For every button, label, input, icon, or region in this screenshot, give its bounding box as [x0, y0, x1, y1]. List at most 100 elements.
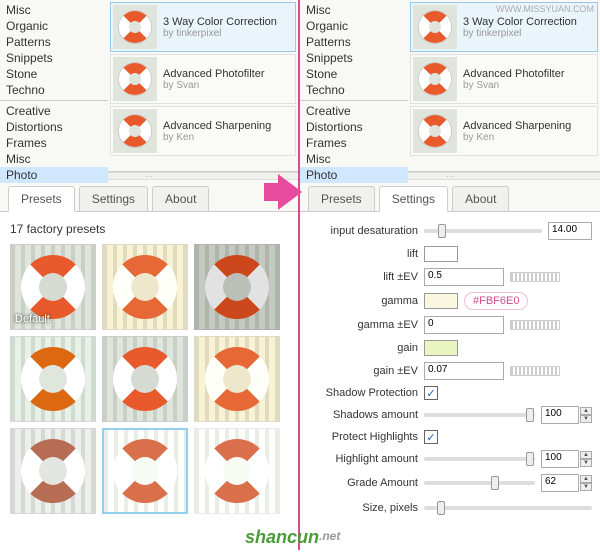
filter-author: by tinkerpixel [463, 28, 577, 39]
label-lift-ev: lift ±EV [308, 271, 418, 283]
checkbox-protect-highlights[interactable]: ✓ [424, 430, 438, 444]
value-highlight-amount[interactable]: 100 [541, 450, 579, 468]
label-grade-amount: Grade Amount [308, 477, 418, 489]
tab-presets[interactable]: Presets [8, 186, 75, 212]
filter-title: 3 Way Color Correction [163, 16, 277, 28]
label-gain-ev: gain ±EV [308, 365, 418, 377]
preset-cell[interactable] [102, 244, 188, 330]
filter-title: Advanced Photofilter [463, 68, 565, 80]
sidebar-item-stone[interactable]: Stone [300, 66, 408, 82]
sidebar-item-techno[interactable]: Techno [0, 82, 108, 98]
stepper-gain-ev[interactable] [510, 366, 560, 376]
sidebar-item-photo[interactable]: Photo [300, 167, 408, 183]
value-gamma-ev[interactable]: 0 [424, 316, 504, 334]
stepper-gamma-ev[interactable] [510, 320, 560, 330]
label-gain: gain [308, 342, 418, 354]
value-input-desaturation[interactable]: 14.00 [548, 222, 592, 240]
filter-thumb [413, 109, 457, 153]
sidebar-item-frames[interactable]: Frames [0, 135, 108, 151]
swatch-lift[interactable] [424, 246, 458, 262]
filter-row[interactable]: Advanced Photofilter by Svan [410, 54, 598, 104]
spinner-grade[interactable]: ▲▼ [580, 475, 592, 491]
sidebar-item-misc[interactable]: Misc [0, 2, 108, 18]
filter-thumb [113, 109, 157, 153]
sidebar-item-distortions[interactable]: Distortions [0, 119, 108, 135]
tab-presets[interactable]: Presets [308, 186, 375, 211]
filter-list: 3 Way Color Correction by tinkerpixel Ad… [108, 0, 298, 171]
spinner-highlight[interactable]: ▲▼ [580, 451, 592, 467]
tab-settings[interactable]: Settings [79, 186, 148, 211]
slider-shadows-amount[interactable] [424, 413, 535, 417]
filter-thumb [413, 5, 457, 49]
filter-thumb [413, 57, 457, 101]
sidebar-item-distortions[interactable]: Distortions [300, 119, 408, 135]
value-shadows-amount[interactable]: 100 [541, 406, 579, 424]
spinner-shadows[interactable]: ▲▼ [580, 407, 592, 423]
sidebar-item-organic[interactable]: Organic [300, 18, 408, 34]
filter-title: Advanced Sharpening [463, 120, 571, 132]
slider-size-pixels[interactable] [424, 506, 592, 510]
sidebar-item-techno[interactable]: Techno [300, 82, 408, 98]
label-shadows-amount: Shadows amount [308, 409, 418, 421]
preset-label: Default [15, 313, 50, 325]
sidebar-item-misc2[interactable]: Misc [0, 151, 108, 167]
sidebar-item-creative[interactable]: Creative [0, 103, 108, 119]
preset-cell[interactable] [194, 336, 280, 422]
preset-grid: Default [10, 244, 288, 514]
tab-settings[interactable]: Settings [379, 186, 448, 212]
filter-title: Advanced Photofilter [163, 68, 265, 80]
filter-title: Advanced Sharpening [163, 120, 271, 132]
checkbox-shadow-protection[interactable]: ✓ [424, 386, 438, 400]
filter-row[interactable]: Advanced Photofilter by Svan [110, 54, 296, 104]
slider-input-desaturation[interactable] [424, 229, 542, 233]
slider-highlight-amount[interactable] [424, 457, 535, 461]
value-gain-ev[interactable]: 0.07 [424, 362, 504, 380]
filter-list: 3 Way Color Correction by tinkerpixel Ad… [408, 0, 600, 171]
filter-author: by tinkerpixel [163, 28, 277, 39]
watermark-url: WWW.MISSYUAN.COM [496, 4, 594, 14]
sidebar-item-frames[interactable]: Frames [300, 135, 408, 151]
filter-thumb [113, 5, 157, 49]
gamma-color-hint: #FBF6E0 [464, 292, 528, 310]
sidebar-item-patterns[interactable]: Patterns [0, 34, 108, 50]
filter-thumb [113, 57, 157, 101]
sidebar-item-misc[interactable]: Misc [300, 2, 408, 18]
label-protect-highlights: Protect Highlights [308, 431, 418, 443]
sidebar-item-creative[interactable]: Creative [300, 103, 408, 119]
preset-cell[interactable] [102, 336, 188, 422]
label-size-pixels: Size, pixels [308, 502, 418, 514]
preset-cell[interactable] [102, 428, 188, 514]
sidebar-item-photo[interactable]: Photo [0, 167, 108, 183]
preset-cell[interactable] [10, 336, 96, 422]
filter-author: by Ken [163, 132, 271, 143]
filter-row[interactable]: 3 Way Color Correction by tinkerpixel [110, 2, 296, 52]
filter-title: 3 Way Color Correction [463, 16, 577, 28]
presets-count: 17 factory presets [10, 222, 288, 236]
sidebar-divider [0, 100, 108, 101]
tab-about[interactable]: About [152, 186, 209, 211]
tab-bar: Presets Settings About [0, 180, 298, 212]
slider-grade-amount[interactable] [424, 481, 535, 485]
tab-about[interactable]: About [452, 186, 509, 211]
filter-row[interactable]: Advanced Sharpening by Ken [410, 106, 598, 156]
filter-row[interactable]: Advanced Sharpening by Ken [110, 106, 296, 156]
sidebar-divider [300, 100, 408, 101]
sidebar-item-snippets[interactable]: Snippets [0, 50, 108, 66]
sidebar-item-patterns[interactable]: Patterns [300, 34, 408, 50]
preset-cell[interactable] [10, 428, 96, 514]
sidebar-item-stone[interactable]: Stone [0, 66, 108, 82]
stepper-lift-ev[interactable] [510, 272, 560, 282]
preset-cell[interactable] [194, 244, 280, 330]
value-grade-amount[interactable]: 62 [541, 474, 579, 492]
preset-cell[interactable] [194, 428, 280, 514]
swatch-gain[interactable] [424, 340, 458, 356]
sidebar-item-misc2[interactable]: Misc [300, 151, 408, 167]
sidebar-item-snippets[interactable]: Snippets [300, 50, 408, 66]
preset-cell[interactable]: Default [10, 244, 96, 330]
watermark-bottom: shancun.net [245, 527, 340, 548]
swatch-gamma[interactable] [424, 293, 458, 309]
value-lift-ev[interactable]: 0.5 [424, 268, 504, 286]
label-input-desaturation: input desaturation [308, 225, 418, 237]
label-gamma-ev: gamma ±EV [308, 319, 418, 331]
sidebar-item-organic[interactable]: Organic [0, 18, 108, 34]
